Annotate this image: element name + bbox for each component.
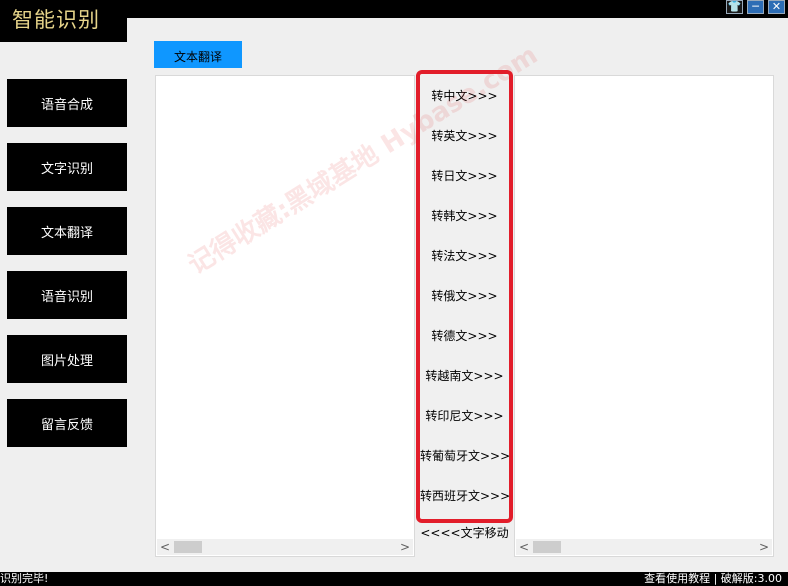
scroll-left-icon[interactable]: < (516, 539, 532, 555)
version-label: 破解版:3.00 (720, 572, 782, 585)
convert-to-russian-button[interactable]: 转俄文>>> (420, 287, 509, 305)
convert-to-portuguese-button[interactable]: 转葡萄牙文>>> (420, 447, 510, 465)
status-right-group: 查看使用教程 | 破解版:3.00 (644, 572, 782, 586)
tutorial-link[interactable]: 查看使用教程 (644, 572, 710, 585)
sidebar-item-label: 语音识别 (40, 289, 93, 305)
convert-to-japanese-button[interactable]: 转日文>>> (420, 167, 509, 185)
scroll-right-icon[interactable]: > (756, 539, 772, 555)
sidebar-item-speech-synthesis[interactable]: 语音合成 (7, 79, 127, 127)
sidebar-item-text-translation[interactable]: 文本翻译 (7, 207, 127, 255)
convert-to-chinese-button[interactable]: 转中文>>> (420, 87, 509, 105)
app-title-block: 智能识别 (0, 0, 127, 42)
sidebar-item-label: 语音合成 (40, 97, 93, 113)
result-horizontal-scrollbar[interactable]: < > (516, 539, 772, 555)
sidebar-item-text-recognition[interactable]: 文字识别 (7, 143, 127, 191)
scroll-left-icon[interactable]: < (157, 539, 173, 555)
skin-button[interactable]: 👕 (726, 0, 743, 14)
convert-to-spanish-button[interactable]: 转西班牙文>>> (420, 487, 510, 505)
status-message: 识别完毕! (0, 572, 49, 585)
minimize-button[interactable]: ─ (747, 0, 764, 14)
convert-to-german-button[interactable]: 转德文>>> (420, 327, 509, 345)
sidebar-item-label: 文本翻译 (40, 225, 93, 241)
convert-to-english-button[interactable]: 转英文>>> (420, 127, 509, 145)
convert-to-french-button[interactable]: 转法文>>> (420, 247, 509, 265)
result-text-area[interactable]: < > (514, 75, 774, 557)
language-converter-panel: 转中文>>> 转英文>>> 转日文>>> 转韩文>>> 转法文>>> 转俄文>>… (416, 70, 513, 523)
scroll-thumb[interactable] (533, 541, 561, 553)
status-separator: | (713, 572, 718, 585)
scroll-thumb[interactable] (174, 541, 202, 553)
shirt-icon: 👕 (727, 0, 742, 13)
sidebar-item-label: 图片处理 (40, 353, 93, 369)
scroll-right-icon[interactable]: > (397, 539, 413, 555)
sidebar-item-image-processing[interactable]: 图片处理 (7, 335, 127, 383)
status-bar: 识别完毕! 查看使用教程 | 破解版:3.00 (0, 572, 788, 586)
convert-to-korean-button[interactable]: 转韩文>>> (420, 207, 509, 225)
close-icon: ✕ (771, 0, 782, 13)
sidebar-item-label: 留言反馈 (40, 417, 93, 433)
convert-to-indonesian-button[interactable]: 转印尼文>>> (420, 407, 509, 425)
sidebar-item-feedback[interactable]: 留言反馈 (7, 399, 127, 447)
source-text-area[interactable]: < > (155, 75, 415, 557)
sidebar-item-speech-recognition[interactable]: 语音识别 (7, 271, 127, 319)
convert-to-vietnamese-button[interactable]: 转越南文>>> (420, 367, 509, 385)
tab-text-translation[interactable]: 文本翻译 (154, 41, 242, 68)
close-button[interactable]: ✕ (768, 0, 785, 14)
minimize-icon: ─ (752, 0, 759, 13)
move-text-button[interactable]: <<<<文字移动 (416, 524, 513, 542)
sidebar-item-label: 文字识别 (40, 161, 93, 177)
app-title: 智能识别 (12, 8, 100, 32)
source-horizontal-scrollbar[interactable]: < > (157, 539, 413, 555)
